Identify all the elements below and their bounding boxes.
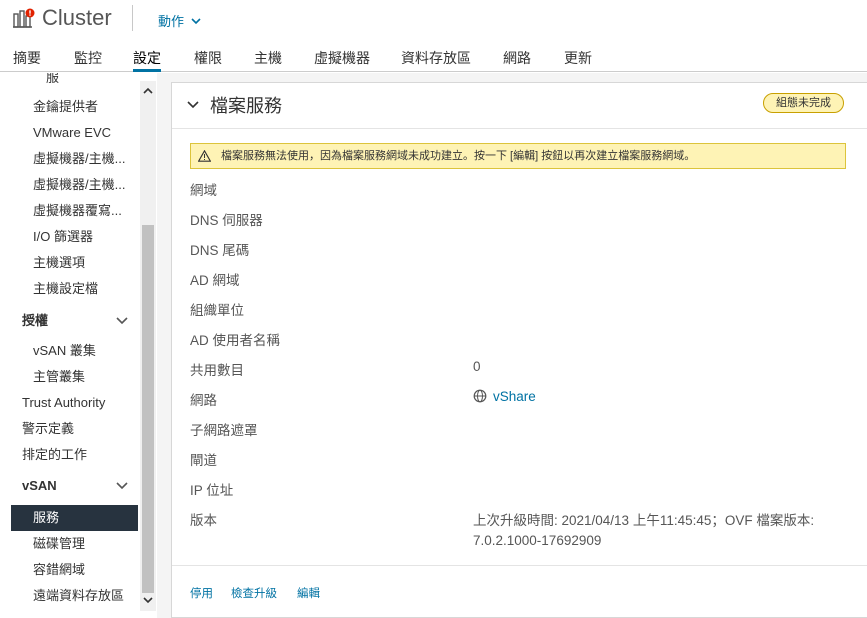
- tab-summary[interactable]: 摘要: [13, 48, 41, 72]
- prop-label-gateway: 閘道: [190, 453, 217, 468]
- prop-label-dns-suffixes: DNS 尾碼: [190, 243, 250, 258]
- network-icon: [473, 389, 487, 403]
- card-header: 檔案服務 組態未完成: [172, 83, 867, 129]
- prop-label-ip-address: IP 位址: [190, 483, 234, 498]
- sidebar-item-vmware-evc[interactable]: VMware EVC: [0, 120, 140, 146]
- alert-text: 檔案服務無法使用，因為檔案服務網域未成功建立。按一下 [編輯] 按鈕以再次建立檔…: [221, 150, 696, 162]
- check-upgrade-button[interactable]: 檢查升級: [231, 585, 277, 601]
- card-title: 檔案服務: [210, 96, 282, 116]
- sidebar-item-fault-domains[interactable]: 容錯網域: [0, 557, 140, 583]
- tab-hosts[interactable]: 主機: [254, 48, 282, 72]
- app-header: Cluster 動作: [0, 0, 867, 40]
- tab-datastores[interactable]: 資料存放區: [401, 48, 471, 72]
- chevron-down-icon: [191, 17, 201, 24]
- sidebar-item-key-providers[interactable]: 金鑰提供者: [0, 94, 140, 120]
- sidebar-item-disk-management[interactable]: 磁碟管理: [0, 531, 140, 557]
- prop-label-org-unit: 組織單位: [190, 303, 244, 318]
- page-title: Cluster: [42, 5, 112, 30]
- cluster-icon: [13, 8, 35, 28]
- disable-button[interactable]: 停用: [190, 585, 213, 601]
- sidebar-item-scheduled-tasks[interactable]: 排定的工作: [0, 442, 140, 468]
- warning-alert: 檔案服務無法使用，因為檔案服務網域未成功建立。按一下 [編輯] 按鈕以再次建立檔…: [190, 143, 846, 169]
- tab-monitor[interactable]: 監控: [74, 48, 102, 72]
- sidebar-item-host-options[interactable]: 主機選項: [0, 250, 140, 276]
- file-service-card: 檔案服務 組態未完成 檔案服務無法使用，因為檔案服務網域未成功建立。按一下 [編…: [171, 82, 867, 618]
- tab-permissions[interactable]: 權限: [194, 48, 222, 72]
- sidebar-item-services[interactable]: 服務: [11, 505, 138, 531]
- network-link-label: vShare: [493, 389, 536, 404]
- status-badge: 組態未完成: [763, 93, 844, 113]
- sidebar: 服 金鑰提供者 VMware EVC 虛擬機器/主機... 虛擬機器/主機...…: [0, 73, 156, 618]
- sidebar-item-vm-host-rules[interactable]: 虛擬機器/主機...: [0, 172, 140, 198]
- sidebar-item-host-profiles[interactable]: 主機設定檔: [0, 276, 140, 302]
- network-link[interactable]: vShare: [473, 389, 536, 404]
- actions-label: 動作: [158, 14, 185, 29]
- tab-bar: 摘要 監控 設定 權限 主機 虛擬機器 資料存放區 網路 更新: [0, 40, 867, 72]
- edit-button[interactable]: 編輯: [297, 585, 320, 601]
- prop-label-version: 版本: [190, 513, 217, 528]
- scroll-up-icon[interactable]: [142, 86, 154, 96]
- sidebar-item-alarm-definitions[interactable]: 警示定義: [0, 416, 140, 442]
- warning-icon: [198, 150, 211, 162]
- sidebar-item-vm-overrides[interactable]: 虛擬機器覆寫...: [0, 198, 140, 224]
- prop-label-ad-domain: AD 網域: [190, 273, 240, 288]
- tab-configure[interactable]: 設定: [133, 48, 161, 72]
- sidebar-scroll-thumb[interactable]: [142, 225, 154, 593]
- scroll-down-icon[interactable]: [142, 595, 154, 605]
- header-divider: [132, 5, 133, 31]
- prop-label-network: 網路: [190, 393, 217, 408]
- tab-vms[interactable]: 虛擬機器: [314, 48, 370, 72]
- tab-networks[interactable]: 網路: [503, 48, 531, 72]
- chevron-down-icon: [116, 317, 128, 325]
- sidebar-item-io-filters[interactable]: I/O 篩選器: [0, 224, 140, 250]
- main-content: 檔案服務 組態未完成 檔案服務無法使用，因為檔案服務網域未成功建立。按一下 [編…: [157, 73, 867, 618]
- prop-label-subnet-mask: 子網路遮罩: [190, 423, 258, 438]
- prop-value-version-line2: 7.0.2.1000-17692909: [473, 533, 602, 548]
- chevron-down-icon: [116, 482, 128, 490]
- tab-updates[interactable]: 更新: [564, 48, 592, 72]
- chevron-down-icon[interactable]: [186, 99, 200, 111]
- actions-menu-button[interactable]: 動作: [158, 11, 202, 30]
- sidebar-item-vm-host-groups[interactable]: 虛擬機器/主機...: [0, 146, 140, 172]
- card-footer-divider: [172, 565, 867, 566]
- prop-label-share-count: 共用數目: [190, 363, 244, 378]
- prop-label-domain: 網域: [190, 183, 217, 198]
- sidebar-item-remote-datastores[interactable]: 遠端資料存放區: [0, 583, 140, 609]
- prop-value-version-line1: 上次升級時間: 2021/04/13 上午11:45:45；OVF 檔案版本:: [473, 513, 815, 528]
- sidebar-item-trust-authority[interactable]: Trust Authority: [0, 390, 140, 416]
- sidebar-section-licensing[interactable]: 授權: [0, 308, 140, 334]
- prop-value-share-count: 0: [473, 359, 481, 374]
- prop-label-dns-servers: DNS 伺服器: [190, 213, 263, 228]
- sidebar-item-supervisor-cluster[interactable]: 主管叢集: [0, 364, 140, 390]
- sidebar-section-vsan[interactable]: vSAN: [0, 473, 140, 499]
- prop-label-ad-username: AD 使用者名稱: [190, 333, 281, 348]
- sidebar-item-vsan-cluster[interactable]: vSAN 叢集: [0, 338, 140, 364]
